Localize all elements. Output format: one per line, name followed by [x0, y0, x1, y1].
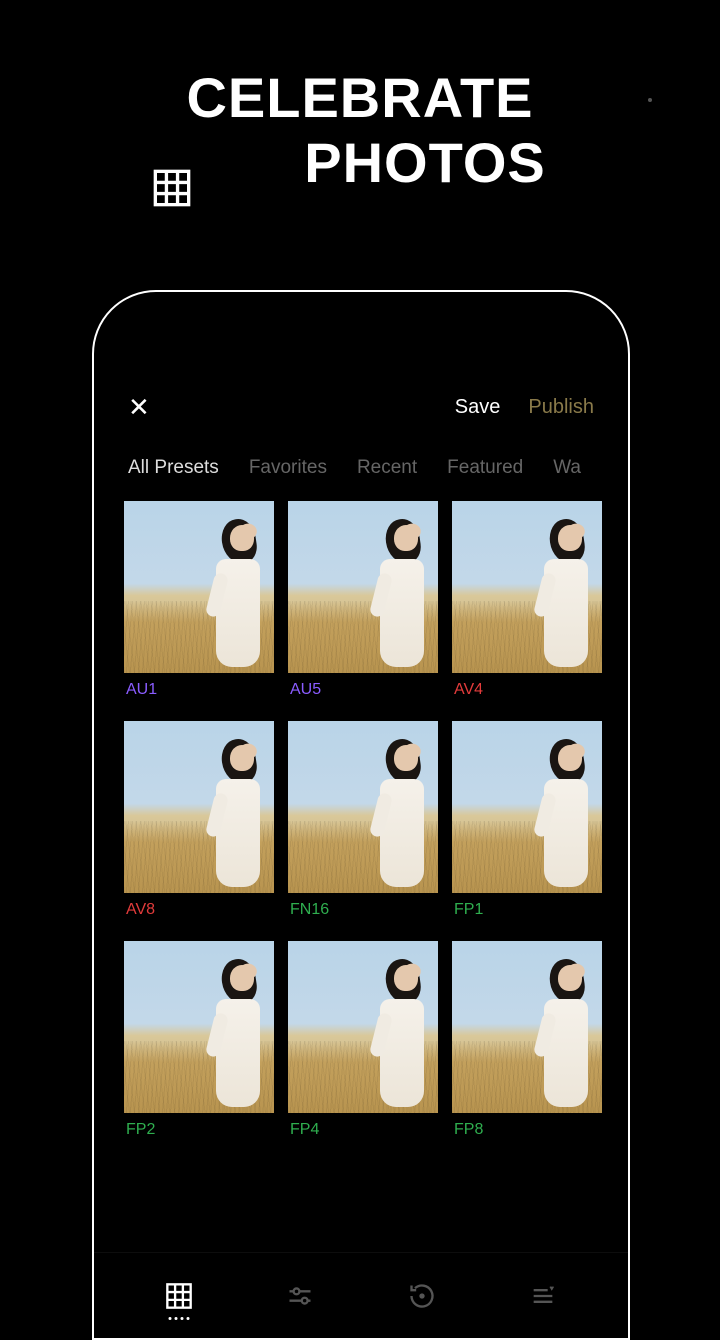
- grid-view-icon[interactable]: [163, 1280, 195, 1312]
- preset-thumbnail: [288, 941, 438, 1113]
- preset-thumbnail: [124, 941, 274, 1113]
- phone-frame: ✕ Save Publish All Presets Favorites Rec…: [92, 290, 630, 1340]
- preset-label: AU5: [288, 673, 438, 711]
- preset-fp1[interactable]: FP1: [452, 721, 602, 931]
- preset-label: AU1: [124, 673, 274, 711]
- hero-line1: CELEBRATE: [0, 65, 720, 130]
- preset-av8[interactable]: AV8: [124, 721, 274, 931]
- preset-label: FN16: [288, 893, 438, 931]
- preset-thumbnail: [124, 721, 274, 893]
- preset-thumbnail: [288, 721, 438, 893]
- tab-more[interactable]: Wa: [553, 457, 581, 479]
- close-button[interactable]: ✕: [128, 392, 150, 423]
- preset-fp4[interactable]: FP4: [288, 941, 438, 1151]
- preset-grid: AU1 AU5 AV4 AV8 FN16 FP1 FP2 FP4 FP8: [94, 497, 628, 1151]
- preset-label: FP8: [452, 1113, 602, 1151]
- preset-fp2[interactable]: FP2: [124, 941, 274, 1151]
- tab-recent[interactable]: Recent: [357, 457, 417, 479]
- grid-icon: [152, 168, 192, 213]
- filter-list-icon[interactable]: [527, 1280, 559, 1312]
- preset-au1[interactable]: AU1: [124, 501, 274, 711]
- preset-thumbnail: [288, 501, 438, 673]
- app-screen: ✕ Save Publish All Presets Favorites Rec…: [94, 342, 628, 1338]
- preset-label: FP4: [288, 1113, 438, 1151]
- preset-label: AV8: [124, 893, 274, 931]
- decorative-dot: [648, 98, 652, 102]
- editor-topbar: ✕ Save Publish: [94, 342, 628, 441]
- hero-title: CELEBRATE PHOTOS: [0, 65, 720, 195]
- preset-label: AV4: [452, 673, 602, 711]
- tab-favorites[interactable]: Favorites: [249, 457, 327, 479]
- preset-tabs: All Presets Favorites Recent Featured Wa: [94, 441, 628, 497]
- save-button[interactable]: Save: [455, 396, 501, 419]
- preset-thumbnail: [124, 501, 274, 673]
- preset-label: FP1: [452, 893, 602, 931]
- preset-thumbnail: [452, 501, 602, 673]
- tab-featured[interactable]: Featured: [447, 457, 523, 479]
- publish-button[interactable]: Publish: [528, 396, 594, 419]
- history-icon[interactable]: [406, 1280, 438, 1312]
- preset-thumbnail: [452, 941, 602, 1113]
- preset-av4[interactable]: AV4: [452, 501, 602, 711]
- preset-thumbnail: [452, 721, 602, 893]
- preset-au5[interactable]: AU5: [288, 501, 438, 711]
- hero-line2: PHOTOS: [130, 130, 720, 195]
- preset-fn16[interactable]: FN16: [288, 721, 438, 931]
- preset-fp8[interactable]: FP8: [452, 941, 602, 1151]
- bottom-toolbar: [94, 1252, 628, 1338]
- tab-all-presets[interactable]: All Presets: [128, 457, 219, 479]
- preset-label: FP2: [124, 1113, 274, 1151]
- sliders-icon[interactable]: [284, 1280, 316, 1312]
